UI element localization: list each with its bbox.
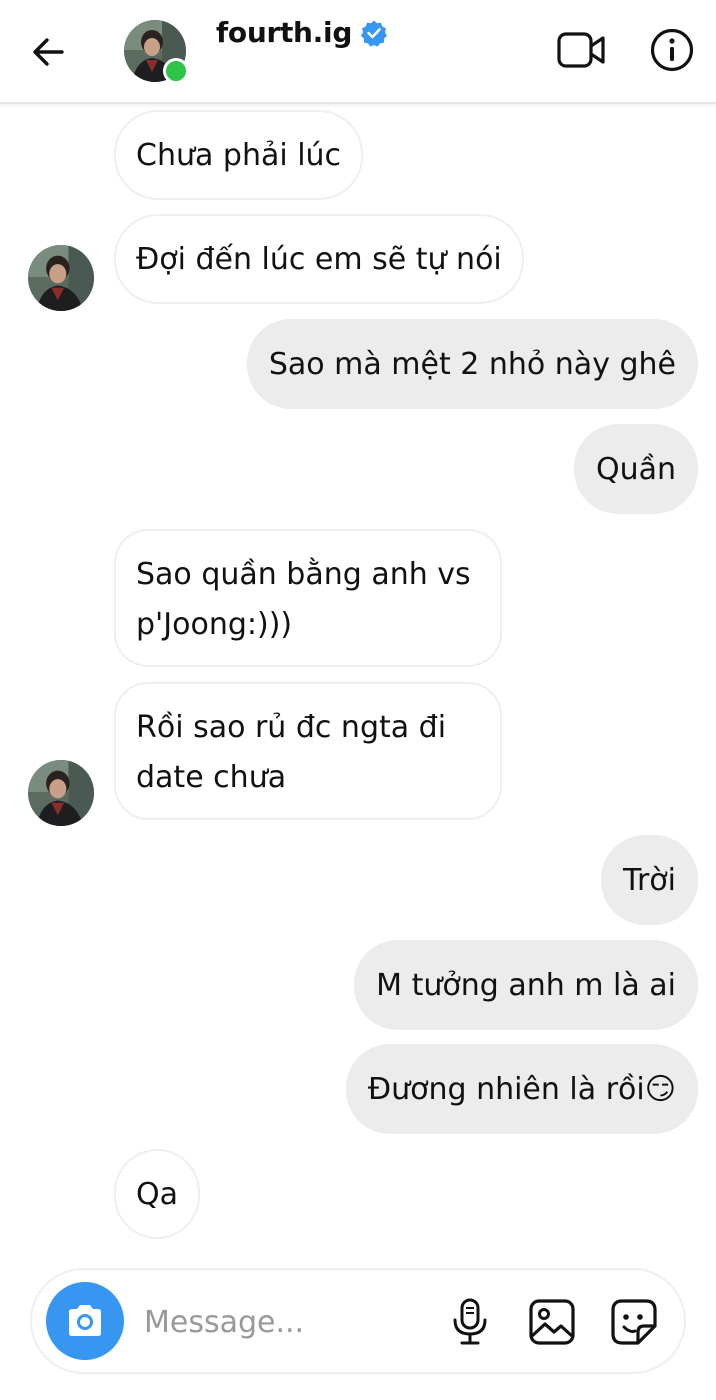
message-text: Trời — [623, 863, 676, 898]
message-bubble-incoming[interactable]: Đợi đến lúc em sẽ tự nói — [114, 214, 524, 304]
sticker-button[interactable] — [608, 1296, 660, 1348]
message-text: Sao mà mệt 2 nhỏ này ghê — [268, 347, 676, 382]
back-button[interactable] — [28, 30, 72, 74]
message-text: M tưởng anh m là ai — [376, 968, 676, 1003]
message-text: Chưa phải lúc — [136, 138, 342, 173]
message-text: Qa — [136, 1177, 178, 1212]
verified-badge-icon — [361, 20, 388, 47]
message-bubble-outgoing[interactable]: Đương nhiên là rồi😏 — [345, 1044, 698, 1134]
chat-header: fourth.ig — [0, 0, 716, 104]
arrow-left-icon — [33, 38, 64, 66]
info-icon — [650, 28, 694, 72]
message-bubble-outgoing[interactable]: Quần — [573, 424, 698, 514]
message-composer — [30, 1268, 686, 1374]
message-text: Đợi đến lúc em sẽ tự nói — [136, 242, 502, 277]
image-gallery-icon — [529, 1299, 575, 1345]
message-bubble-incoming[interactable]: Sao quần bằng anh vs p'Joong:))) — [114, 529, 502, 667]
message-text: Rồi sao rủ đc ngta đi date chưa — [136, 710, 447, 795]
sticker-icon — [611, 1299, 657, 1345]
message-bubble-incoming[interactable]: Qa — [114, 1149, 200, 1239]
camera-button[interactable] — [46, 1282, 124, 1360]
camera-icon — [69, 1305, 101, 1336]
avatar[interactable] — [28, 760, 94, 826]
microphone-button[interactable] — [448, 1296, 492, 1348]
message-text: Đương nhiên là rồi — [367, 1072, 645, 1107]
video-call-button[interactable] — [556, 28, 608, 72]
message-input[interactable] — [144, 1296, 434, 1348]
message-text: Sao quần bằng anh vs p'Joong:))) — [136, 557, 471, 642]
gallery-button[interactable] — [526, 1296, 578, 1348]
info-button[interactable] — [648, 26, 696, 74]
message-bubble-outgoing[interactable]: M tưởng anh m là ai — [354, 940, 698, 1030]
message-text: Quần — [595, 452, 676, 487]
message-bubble-incoming[interactable]: Chưa phải lúc — [114, 110, 364, 200]
username-area[interactable]: fourth.ig — [216, 16, 388, 49]
message-bubble-incoming[interactable]: Rồi sao rủ đc ngta đi date chưa — [114, 682, 502, 820]
avatar[interactable] — [28, 245, 94, 311]
username[interactable]: fourth.ig — [216, 16, 352, 49]
smirk-emoji: 😏 — [644, 1072, 676, 1107]
message-bubble-outgoing[interactable]: Trời — [601, 835, 698, 925]
microphone-icon — [453, 1298, 487, 1345]
message-bubble-outgoing[interactable]: Sao mà mệt 2 nhỏ này ghê — [246, 319, 698, 409]
online-status-dot — [163, 58, 189, 84]
video-call-icon — [557, 32, 605, 68]
